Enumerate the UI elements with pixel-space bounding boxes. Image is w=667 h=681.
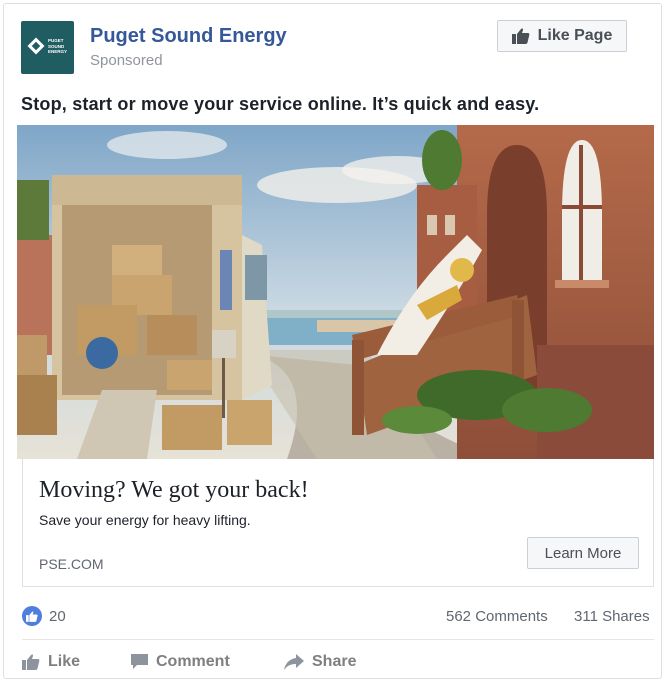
- logo-text: PUGET SOUND ENERGY: [48, 38, 68, 54]
- ad-image[interactable]: [17, 125, 654, 459]
- comments-count[interactable]: 562 Comments: [446, 608, 548, 625]
- comment-button[interactable]: Comment: [131, 652, 230, 672]
- like-page-button[interactable]: Like Page: [497, 20, 627, 52]
- moving-truck-illustration: [17, 125, 654, 459]
- share-arrow-icon: [284, 654, 304, 670]
- link-description: Save your energy for heavy lifting.: [39, 512, 251, 528]
- sponsored-label: Sponsored: [90, 52, 163, 69]
- like-button[interactable]: Like: [22, 652, 80, 672]
- like-reaction-icon[interactable]: [22, 606, 42, 626]
- link-preview[interactable]: Moving? We got your back! Save your ener…: [22, 459, 654, 587]
- learn-more-button[interactable]: Learn More: [527, 537, 639, 569]
- page-name[interactable]: Puget Sound Energy: [90, 25, 287, 48]
- divider: [22, 639, 654, 640]
- page-logo[interactable]: PUGET SOUND ENERGY: [21, 21, 74, 74]
- shares-count[interactable]: 311 Shares: [574, 608, 650, 625]
- comment-label: Comment: [156, 653, 230, 670]
- share-label: Share: [312, 653, 357, 670]
- comment-icon: [131, 654, 148, 669]
- thumbs-up-icon: [511, 28, 530, 44]
- thumbs-up-icon: [26, 610, 38, 622]
- post-headline: Stop, start or move your service online.…: [21, 94, 540, 114]
- link-title[interactable]: Moving? We got your back!: [39, 477, 309, 504]
- reaction-count[interactable]: 20: [49, 608, 66, 625]
- like-page-label: Like Page: [537, 27, 613, 44]
- thumbs-up-icon: [22, 654, 40, 670]
- logo-diamond-icon: [27, 37, 45, 55]
- link-domain: PSE.COM: [39, 556, 104, 572]
- like-label: Like: [48, 653, 81, 670]
- share-button[interactable]: Share: [284, 652, 356, 672]
